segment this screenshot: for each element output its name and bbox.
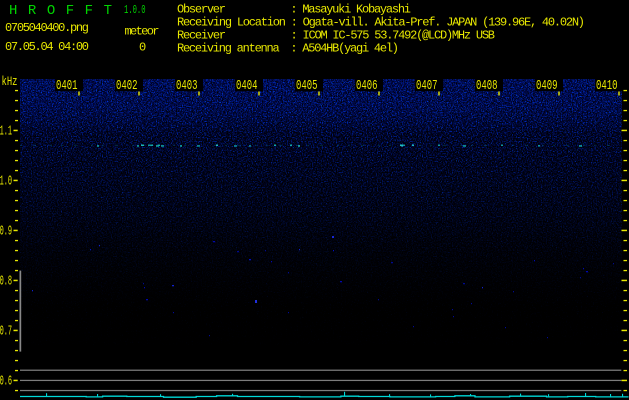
svg-text:0403: 0403 xyxy=(176,79,198,94)
svg-text:0404: 0404 xyxy=(236,79,258,94)
svg-text:0410: 0410 xyxy=(596,79,618,94)
svg-text:0402: 0402 xyxy=(116,79,138,94)
svg-text:07.05.04 04:00: 07.05.04 04:00 xyxy=(5,40,89,54)
svg-text:Receiving antenna : A504HB(ya: Receiving antenna : A504HB(yagi 4el) xyxy=(177,41,399,55)
svg-text:H R O F F T: H R O F F T xyxy=(9,3,112,19)
svg-text:0406: 0406 xyxy=(356,79,378,94)
svg-text:0.7: 0.7 xyxy=(0,324,12,339)
svg-text:0401: 0401 xyxy=(56,79,78,94)
svg-text:0405: 0405 xyxy=(296,79,318,94)
svg-text:0408: 0408 xyxy=(476,79,498,94)
svg-text:0.8: 0.8 xyxy=(0,274,12,289)
svg-text:1.0: 1.0 xyxy=(0,174,12,189)
svg-text:Receiving Location : Ogata-vil: Receiving Location : Ogata-vill. Akita-P… xyxy=(177,15,585,29)
svg-text:0409: 0409 xyxy=(536,79,558,94)
svg-text:1.0.0: 1.0.0 xyxy=(124,3,146,17)
svg-text:Observer : Masayuki: Observer : Masayuki Kobayashi xyxy=(177,2,411,16)
svg-text:meteor: meteor xyxy=(125,24,160,38)
svg-text:kHz: kHz xyxy=(2,75,18,89)
svg-text:0: 0 xyxy=(139,40,146,54)
svg-text:1.1: 1.1 xyxy=(0,124,12,139)
svg-text:0.6: 0.6 xyxy=(0,374,12,389)
svg-text:0407: 0407 xyxy=(416,79,438,94)
svg-text:0.9: 0.9 xyxy=(0,224,12,239)
svg-text:0705040400.png: 0705040400.png xyxy=(5,21,89,35)
svg-text:Receiver : ICOM IC-5: Receiver : ICOM IC-575 53.7492(@LCD)MHz … xyxy=(177,28,495,42)
